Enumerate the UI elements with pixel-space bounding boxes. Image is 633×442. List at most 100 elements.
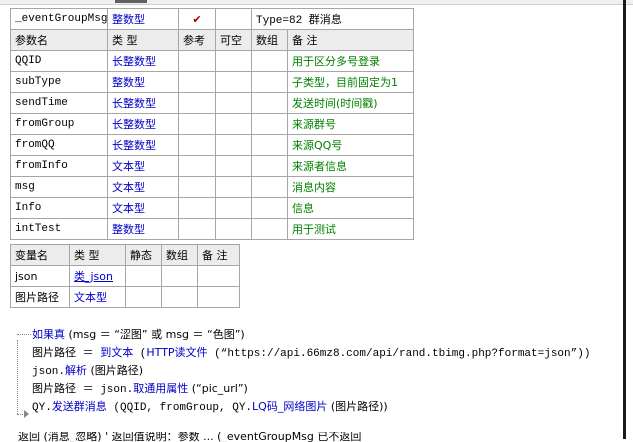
- var-note[interactable]: [197, 265, 240, 287]
- param-name[interactable]: fromQQ: [10, 134, 108, 156]
- code-line-if[interactable]: 如果真 (msg ＝ “涩图” 或 msg ＝ “色图”): [32, 326, 245, 344]
- event-return-type[interactable]: 整数型: [107, 8, 179, 30]
- param-note[interactable]: 来源者信息: [287, 155, 414, 177]
- var-row[interactable]: json 类_json: [10, 265, 240, 287]
- param-type[interactable]: 文本型: [107, 155, 179, 177]
- param-array[interactable]: [251, 176, 288, 198]
- param-name[interactable]: Info: [10, 197, 108, 219]
- param-array[interactable]: [251, 197, 288, 219]
- param-ref[interactable]: [178, 134, 216, 156]
- param-ref[interactable]: [178, 176, 216, 198]
- param-array[interactable]: [251, 218, 288, 240]
- param-row[interactable]: msg 文本型 消息内容: [10, 176, 414, 198]
- param-type[interactable]: 长整数型: [107, 50, 179, 72]
- var-type[interactable]: 类_json: [69, 265, 126, 287]
- event-note[interactable]: Type=82 群消息: [251, 8, 414, 30]
- send-args: (QQID, fromGroup, QY.: [106, 402, 253, 414]
- param-array[interactable]: [251, 92, 288, 114]
- param-name[interactable]: QQID: [10, 50, 108, 72]
- var-static[interactable]: [125, 265, 162, 287]
- param-ref[interactable]: [178, 71, 216, 93]
- param-ref[interactable]: [178, 197, 216, 219]
- event-parameter-table: _eventGroupMsg 整数型 ✔ Type=82 群消息 参数名 类 型…: [10, 8, 414, 240]
- param-row[interactable]: fromInfo 文本型 来源者信息: [10, 155, 414, 177]
- param-note[interactable]: 用于测试: [287, 218, 414, 240]
- var-type[interactable]: 文本型: [69, 286, 126, 308]
- param-nullable[interactable]: [215, 134, 252, 156]
- code-line-parse[interactable]: json.解析 (图片路径): [32, 362, 143, 380]
- event-name[interactable]: _eventGroupMsg: [10, 8, 108, 30]
- param-row[interactable]: fromGroup 长整数型 来源群号: [10, 113, 414, 135]
- param-array[interactable]: [251, 50, 288, 72]
- param-note[interactable]: 消息内容: [287, 176, 414, 198]
- param-row[interactable]: Info 文本型 信息: [10, 197, 414, 219]
- assign-op: ＝: [76, 348, 101, 360]
- var-static[interactable]: [125, 286, 162, 308]
- param-ref[interactable]: [178, 50, 216, 72]
- param-nullable[interactable]: [215, 218, 252, 240]
- code-line-getattr[interactable]: 图片路径 ＝ json.取通用属性 (“pic_url”): [32, 380, 248, 398]
- header-type: 类 型: [107, 29, 179, 51]
- param-array[interactable]: [251, 134, 288, 156]
- param-note[interactable]: 发送时间(时间戳): [287, 92, 414, 114]
- param-row[interactable]: QQID 长整数型 用于区分多号登录: [10, 50, 414, 72]
- param-nullable[interactable]: [215, 155, 252, 177]
- param-nullable[interactable]: [215, 197, 252, 219]
- param-row[interactable]: fromQQ 长整数型 来源QQ号: [10, 134, 414, 156]
- param-note[interactable]: 信息: [287, 197, 414, 219]
- parse-args: (图片路径): [87, 364, 144, 377]
- var-name[interactable]: 图片路径: [10, 286, 70, 308]
- param-type[interactable]: 文本型: [107, 176, 179, 198]
- param-note[interactable]: 用于区分多号登录: [287, 50, 414, 72]
- var-ref: 图片路径: [32, 346, 76, 359]
- param-row[interactable]: subType 整数型 子类型，目前固定为1: [10, 71, 414, 93]
- code-line-return-cut[interactable]: 返回 (消息_忽略) ' 返回值说明：参数 ... (_eventGroupMs…: [18, 432, 618, 442]
- send-args-tail: (图片路径)): [327, 400, 388, 413]
- var-array[interactable]: [161, 286, 198, 308]
- param-ref[interactable]: [178, 92, 216, 114]
- param-ref[interactable]: [178, 155, 216, 177]
- code-line-send[interactable]: QY.发送群消息 (QQID, fromGroup, QY.LQ码_网络图片 (…: [32, 398, 388, 416]
- param-array[interactable]: [251, 155, 288, 177]
- var-name[interactable]: json: [10, 265, 70, 287]
- param-name[interactable]: msg: [10, 176, 108, 198]
- param-type[interactable]: 长整数型: [107, 113, 179, 135]
- keyword-if: 如果真: [32, 328, 65, 341]
- param-type[interactable]: 整数型: [107, 71, 179, 93]
- param-row[interactable]: intTest 整数型 用于测试: [10, 218, 414, 240]
- param-nullable[interactable]: [215, 92, 252, 114]
- param-note[interactable]: 来源QQ号: [287, 134, 414, 156]
- param-nullable[interactable]: [215, 71, 252, 93]
- header-nullable: 可空: [215, 29, 252, 51]
- code-line-http[interactable]: 图片路径 ＝ 到文本 (HTTP读文件 (“https://api.66mz8.…: [32, 344, 590, 362]
- param-nullable[interactable]: [215, 113, 252, 135]
- event-row[interactable]: _eventGroupMsg 整数型 ✔ Type=82 群消息: [10, 8, 414, 30]
- func-parse: 解析: [65, 364, 88, 377]
- param-name[interactable]: subType: [10, 71, 108, 93]
- var-note[interactable]: [197, 286, 240, 308]
- param-name[interactable]: intTest: [10, 218, 108, 240]
- param-type[interactable]: 整数型: [107, 218, 179, 240]
- top-toolbar-edge: [0, 0, 633, 5]
- param-type[interactable]: 文本型: [107, 197, 179, 219]
- var-array[interactable]: [161, 265, 198, 287]
- param-name[interactable]: sendTime: [10, 92, 108, 114]
- param-nullable[interactable]: [215, 50, 252, 72]
- editor-right-edge: [623, 0, 626, 439]
- param-name[interactable]: fromGroup: [10, 113, 108, 135]
- param-name[interactable]: fromInfo: [10, 155, 108, 177]
- param-note[interactable]: 来源群号: [287, 113, 414, 135]
- param-row[interactable]: sendTime 长整数型 发送时间(时间戳): [10, 92, 414, 114]
- param-type[interactable]: 长整数型: [107, 92, 179, 114]
- header-ref: 参考: [178, 29, 216, 51]
- param-type[interactable]: 长整数型: [107, 134, 179, 156]
- var-row[interactable]: 图片路径 文本型: [10, 286, 240, 308]
- param-ref[interactable]: [178, 113, 216, 135]
- header-note: 备 注: [287, 29, 414, 51]
- obj-json: json.: [32, 366, 66, 378]
- param-ref[interactable]: [178, 218, 216, 240]
- param-nullable[interactable]: [215, 176, 252, 198]
- param-array[interactable]: [251, 113, 288, 135]
- param-array[interactable]: [251, 71, 288, 93]
- param-note[interactable]: 子类型，目前固定为1: [287, 71, 414, 93]
